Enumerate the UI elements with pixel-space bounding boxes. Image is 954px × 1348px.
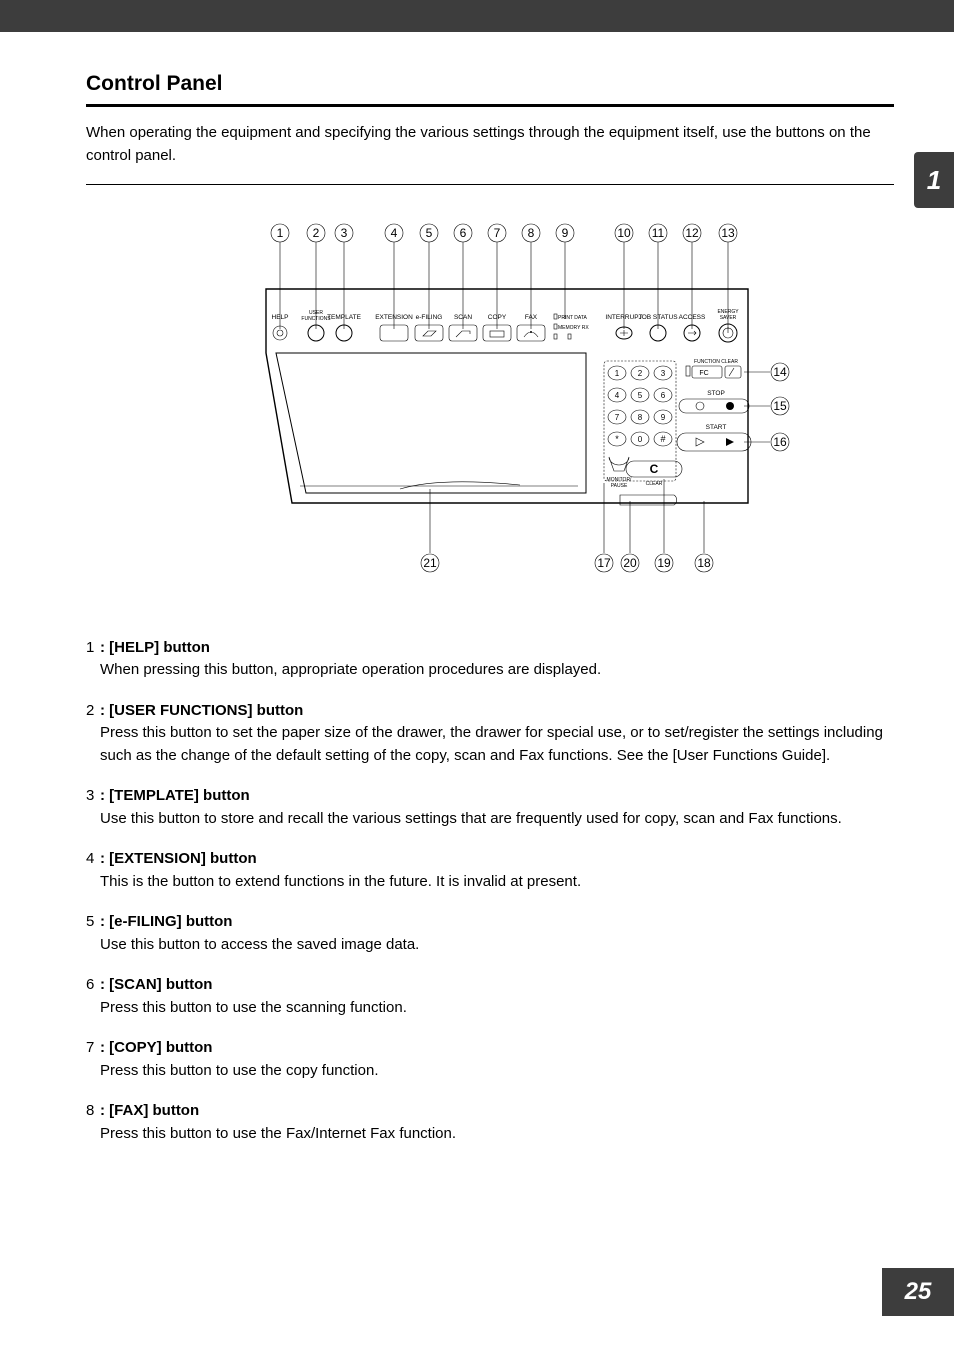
- svg-text:20: 20: [623, 556, 637, 570]
- svg-text:FC: FC: [699, 370, 708, 377]
- divider-thick: [86, 104, 894, 107]
- callout-top-5: 6: [460, 226, 467, 240]
- label-efiling: e-FILING: [416, 314, 443, 321]
- svg-text:9: 9: [661, 413, 666, 422]
- callout-top-12: 13: [721, 226, 735, 240]
- label-fax: FAX: [525, 314, 538, 321]
- label-template: TEMPLATE: [327, 314, 361, 321]
- svg-text:16: 16: [773, 435, 787, 449]
- label-fc: FUNCTION CLEAR: [694, 359, 738, 365]
- svg-text:0: 0: [638, 435, 643, 444]
- label-access: ACCESS: [679, 314, 706, 321]
- page-number: 25: [882, 1268, 954, 1316]
- label-printdata: PRINT DATA: [558, 315, 588, 321]
- svg-text:4: 4: [615, 391, 620, 400]
- label-stop: STOP: [707, 390, 725, 397]
- label-interrupt: INTERRUPT: [605, 314, 642, 321]
- label-memoryrx: MEMORY RX: [558, 325, 589, 331]
- svg-text:2: 2: [638, 369, 643, 378]
- diagram: 1 2 3 4 5 6 7 8 9 10 11 12 13 HELP USER …: [86, 213, 894, 593]
- label-copy: COPY: [488, 314, 507, 321]
- callout-top-7: 8: [528, 226, 535, 240]
- label-monitor2: PAUSE: [611, 483, 628, 489]
- callout-top-0: 1: [277, 226, 284, 240]
- svg-text:15: 15: [773, 399, 787, 413]
- callout-top-1: 2: [313, 226, 320, 240]
- callout-top-9: 10: [617, 226, 631, 240]
- list-item: 5: [e-FILING] button Use this button to …: [86, 911, 894, 956]
- callouts-right: 14 15 16: [744, 363, 789, 451]
- section-title: Control Panel: [86, 72, 894, 96]
- page-content: Control Panel When operating the equipme…: [0, 32, 954, 1183]
- keypad: 1 2 3 4 5 6 7 8 9 * 0 #: [608, 366, 672, 446]
- list-item: 8: [FAX] button Press this button to use…: [86, 1100, 894, 1145]
- label-clear: CLEAR: [646, 481, 663, 487]
- label-energy2: SAVER: [720, 315, 737, 321]
- svg-text:1: 1: [615, 369, 620, 378]
- list-item: 2: [USER FUNCTIONS] button Press this bu…: [86, 700, 894, 768]
- callout-top-10: 11: [652, 226, 665, 240]
- callout-top-8: 9: [562, 226, 569, 240]
- list-item: 6: [SCAN] button Press this button to us…: [86, 974, 894, 1019]
- label-extension: EXTENSION: [375, 314, 413, 321]
- label-scan: SCAN: [454, 314, 472, 321]
- label-start: START: [706, 424, 727, 431]
- item-list: 1: [HELP] button When pressing this butt…: [86, 637, 894, 1146]
- svg-text:8: 8: [638, 413, 643, 422]
- svg-text:#: #: [660, 434, 665, 444]
- list-item: 3: [TEMPLATE] button Use this button to …: [86, 785, 894, 830]
- svg-text:5: 5: [638, 391, 643, 400]
- list-item: 4: [EXTENSION] button This is the button…: [86, 848, 894, 893]
- label-c: C: [650, 462, 659, 476]
- svg-text:21: 21: [423, 556, 437, 570]
- label-jobstatus: JOB STATUS: [638, 314, 678, 321]
- callout-top-2: 3: [341, 226, 348, 240]
- list-item: 7: [COPY] button Press this button to us…: [86, 1037, 894, 1082]
- top-bar: [0, 0, 954, 32]
- svg-text:*: *: [615, 434, 619, 444]
- svg-text:7: 7: [615, 413, 620, 422]
- divider-thin: [86, 184, 894, 185]
- chapter-tab: 1: [914, 152, 954, 208]
- callout-top-11: 12: [685, 226, 699, 240]
- list-item: 1: [HELP] button When pressing this butt…: [86, 637, 894, 682]
- svg-text:19: 19: [657, 556, 671, 570]
- svg-text:6: 6: [661, 391, 666, 400]
- control-panel-diagram: 1 2 3 4 5 6 7 8 9 10 11 12 13 HELP USER …: [180, 213, 800, 593]
- lcd-screen: [276, 353, 586, 493]
- svg-text:14: 14: [773, 365, 787, 379]
- svg-text:3: 3: [661, 369, 666, 378]
- svg-text:18: 18: [697, 556, 711, 570]
- svg-text:17: 17: [597, 556, 611, 570]
- intro-text: When operating the equipment and specify…: [86, 121, 894, 168]
- label-help: HELP: [272, 314, 289, 321]
- callout-top-4: 5: [426, 226, 433, 240]
- callout-top-6: 7: [494, 226, 501, 240]
- callout-top-3: 4: [391, 226, 398, 240]
